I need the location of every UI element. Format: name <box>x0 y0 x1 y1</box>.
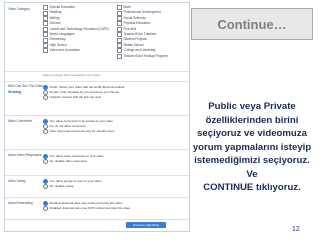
comments-options: Yes, allow comments to be posted to your… <box>43 119 114 134</box>
sharing-option-unlisted[interactable]: Unlisted: Anyone with the link can view <box>43 95 124 100</box>
sharing-row: Who Can See The Video Sharing Public: Sh… <box>5 81 189 116</box>
checkbox-icon[interactable] <box>117 21 122 27</box>
checkbox-icon[interactable] <box>43 48 48 54</box>
category-option[interactable]: Video and Journalism <box>43 48 109 54</box>
comments-option-approved[interactable]: Note: Approved comments only for specifi… <box>43 129 114 134</box>
voting-option-no[interactable]: No, disable voting <box>43 184 101 189</box>
radio-icon[interactable] <box>43 129 48 134</box>
checkbox-icon[interactable] <box>117 53 122 59</box>
voting-row: Allow Voting Yes, allow people to vote o… <box>5 175 189 198</box>
note-line: yorum yapmalarını isteyip <box>192 141 312 153</box>
checkbox-icon[interactable] <box>43 16 48 22</box>
checkbox-icon[interactable] <box>117 26 122 32</box>
responses-row: Allow Video Responses Yes, allow video r… <box>5 149 189 176</box>
checkbox-icon[interactable] <box>43 26 48 32</box>
continue-uploading-button[interactable]: Continue Uploading <box>126 222 166 228</box>
embedding-option-disabled[interactable]: Disabled: External sites may NOT embed a… <box>43 206 130 211</box>
embedding-row: Allow Embedding Enabled: External sites … <box>5 197 189 220</box>
note-line: istemediğimizi seçiyoruz. Ve <box>194 155 310 180</box>
checkbox-icon[interactable] <box>43 10 48 16</box>
checkbox-icon[interactable] <box>43 21 48 27</box>
checkbox-icon[interactable] <box>117 43 122 49</box>
sharing-label: Who Can See The Video <box>8 84 44 88</box>
embedding-label: Allow Embedding <box>8 201 33 205</box>
responses-options: Yes, allow video responses to your video… <box>43 154 104 164</box>
instruction-note: Public veya Private özelliklerinden biri… <box>190 100 314 195</box>
page-number: 12 <box>292 226 300 233</box>
upload-settings-screenshot: Video Category Special Education Reading… <box>4 2 190 232</box>
note-line: CONTINUE tıklıyoruz. <box>203 182 301 193</box>
note-line: seçiyoruz ve videomuza <box>197 128 307 139</box>
radio-icon[interactable] <box>43 206 48 211</box>
category-row: Video Category Special Education Reading… <box>5 3 189 72</box>
checkbox-icon[interactable] <box>117 5 122 11</box>
checkbox-icon[interactable] <box>43 32 48 38</box>
category-column-1: Special Education Reading Writing Scienc… <box>43 5 109 54</box>
responses-option-no[interactable]: No, disable video responses <box>43 159 104 164</box>
category-hint: Select a category that most matches your… <box>43 74 101 77</box>
category-option[interactable]: Teacher/Tutor Holiday Program <box>117 54 168 59</box>
category-column-2: Math Professional Development Social Sci… <box>117 5 168 59</box>
radio-icon[interactable] <box>43 159 48 164</box>
comments-label: Allow Comments <box>8 119 32 123</box>
note-line: özelliklerinden birini <box>205 114 299 126</box>
comments-row: Allow Comments Yes, allow comments to be… <box>5 115 189 150</box>
checkbox-icon[interactable] <box>117 48 122 54</box>
sharing-heading: Sharing <box>8 90 22 94</box>
continue-callout: Continue… <box>191 8 313 40</box>
sharing-options: Public: Share your video with the world … <box>43 85 124 100</box>
checkbox-icon[interactable] <box>43 5 48 11</box>
checkbox-icon[interactable] <box>117 37 122 43</box>
continue-callout-text: Continue… <box>217 16 287 32</box>
checkbox-icon[interactable] <box>117 10 122 16</box>
category-label: Video Category <box>8 7 30 11</box>
voting-label: Allow Voting <box>8 179 26 183</box>
checkbox-icon[interactable] <box>117 32 122 38</box>
radio-icon[interactable] <box>43 184 48 189</box>
checkbox-icon[interactable] <box>43 37 48 43</box>
responses-label: Allow Video Responses <box>8 153 42 157</box>
embedding-options: Enabled: External sites may embed and pl… <box>43 201 130 211</box>
checkbox-icon[interactable] <box>117 16 122 22</box>
note-line: Public veya Private <box>208 101 296 112</box>
checkbox-icon[interactable] <box>43 43 48 49</box>
radio-icon[interactable] <box>43 95 48 100</box>
voting-options: Yes, allow people to vote on your video … <box>43 179 101 189</box>
